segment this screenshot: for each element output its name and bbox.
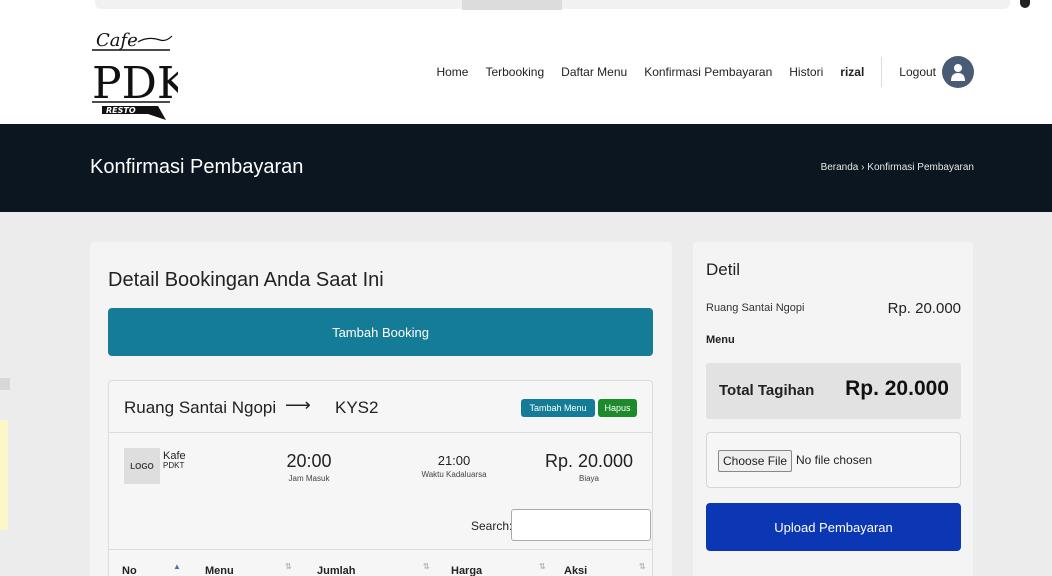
table-header: No ▲ Menu ⇅ Jumlah ⇅ Harga ⇅ Aksi ⇅ — [109, 549, 652, 576]
search-label: Search: — [471, 519, 513, 533]
detail-heading: Detil — [706, 260, 741, 279]
column-jumlah[interactable]: Jumlah — [317, 565, 356, 576]
sort-icon[interactable]: ⇅ — [539, 562, 546, 571]
detail-item-name: Ruang Santai Ngopi — [706, 302, 805, 314]
jam-masuk-label: Jam Masuk — [288, 474, 330, 483]
edge-artifact — [0, 420, 8, 530]
sort-icon[interactable]: ⇅ — [639, 562, 646, 571]
biaya-value: Rp. 20.000 — [544, 451, 634, 471]
page-banner: Konfirmasi Pembayaran Beranda › Konfirma… — [0, 124, 1052, 212]
file-upload-field: Choose File No file chosen — [706, 432, 961, 488]
kadaluarsa-label: Waktu Kadaluarsa — [421, 470, 487, 479]
nav-konfirmasi-pembayaran[interactable]: Konfirmasi Pembayaran — [644, 65, 772, 79]
edge-artifact — [0, 378, 10, 390]
column-harga[interactable]: Harga — [451, 565, 482, 576]
nav-home[interactable]: Home — [436, 65, 468, 79]
tambah-booking-button[interactable]: Tambah Booking — [108, 308, 653, 356]
jam-masuk-stat: 20:00 Jam Masuk — [274, 451, 344, 483]
kadaluarsa-value: 21:00 — [437, 453, 471, 468]
breadcrumb-home[interactable]: Beranda — [821, 162, 859, 173]
upload-pembayaran-button[interactable]: Upload Pembayaran — [706, 503, 961, 551]
kafe-name: Kafe PDKT — [163, 451, 186, 471]
booking-card: Detail Bookingan Anda Saat Ini Tambah Bo… — [90, 242, 672, 576]
column-menu[interactable]: Menu — [205, 565, 234, 576]
site-header: Cafe PDKT RESTO Home Terbooking Daftar M… — [0, 10, 1052, 124]
booking-detail-header: Ruang Santai Ngopi ⟶ KYS2 Tambah Menu Ha… — [109, 381, 652, 433]
main-nav: Home Terbooking Daftar Menu Konfirmasi P… — [419, 52, 974, 92]
column-aksi[interactable]: Aksi — [564, 565, 587, 576]
column-no[interactable]: No — [122, 565, 137, 576]
biaya-stat: Rp. 20.000 Biaya — [539, 451, 639, 483]
room-name: Ruang Santai Ngopi — [124, 398, 277, 417]
kadaluarsa-stat: 21:00 Waktu Kadaluarsa — [409, 453, 499, 479]
hapus-button[interactable]: Hapus — [598, 399, 637, 417]
breadcrumb-current: Konfirmasi Pembayaran — [867, 162, 974, 173]
nav-daftar-menu[interactable]: Daftar Menu — [561, 65, 627, 79]
payment-detail-card: Detil Ruang Santai Ngopi Rp. 20.000 Menu… — [693, 242, 973, 576]
browser-profile-icon — [1020, 0, 1030, 8]
browser-top-strip — [0, 0, 1052, 12]
page-title: Konfirmasi Pembayaran — [90, 156, 304, 178]
logo-resto-text: RESTO — [106, 106, 136, 115]
cafe-pdkt-logo[interactable]: Cafe PDKT RESTO — [88, 20, 178, 128]
booking-code: KYS2 — [335, 398, 379, 417]
sort-icon[interactable]: ⇅ — [423, 562, 430, 571]
tambah-menu-button[interactable]: Tambah Menu — [521, 399, 595, 417]
logo-cafe-text: Cafe — [96, 30, 138, 51]
nav-histori[interactable]: Histori — [789, 65, 823, 79]
no-file-text: No file chosen — [796, 453, 873, 467]
nav-logout[interactable]: Logout — [899, 65, 936, 79]
breadcrumb: Beranda › Konfirmasi Pembayaran — [821, 162, 974, 173]
kafe-name-bottom: PDKT — [163, 461, 185, 470]
biaya-label: Biaya — [578, 474, 599, 483]
kafe-logo-placeholder: LOGO — [124, 448, 160, 484]
user-avatar-icon[interactable] — [942, 56, 974, 88]
nav-username[interactable]: rizal — [840, 65, 864, 79]
jam-masuk-value: 20:00 — [286, 451, 332, 471]
choose-file-button[interactable]: Choose File — [718, 450, 793, 472]
nav-divider — [881, 57, 883, 87]
total-tagihan-box: Total Tagihan Rp. 20.000 — [706, 363, 961, 419]
arrow-right-icon: ⟶ — [285, 395, 311, 415]
booking-heading: Detail Bookingan Anda Saat Ini — [108, 269, 384, 291]
total-label: Total Tagihan — [719, 382, 815, 399]
breadcrumb-separator: › — [861, 162, 865, 173]
sort-asc-icon[interactable]: ▲ — [173, 562, 181, 571]
booking-detail-panel: Ruang Santai Ngopi ⟶ KYS2 Tambah Menu Ha… — [108, 380, 653, 576]
total-amount: Rp. 20.000 — [845, 377, 949, 400]
sort-icon[interactable]: ⇅ — [285, 562, 292, 571]
search-input[interactable] — [511, 509, 651, 541]
detail-item-price: Rp. 20.000 — [887, 300, 961, 317]
detail-menu-label: Menu — [706, 334, 735, 346]
nav-terbooking[interactable]: Terbooking — [485, 65, 544, 79]
